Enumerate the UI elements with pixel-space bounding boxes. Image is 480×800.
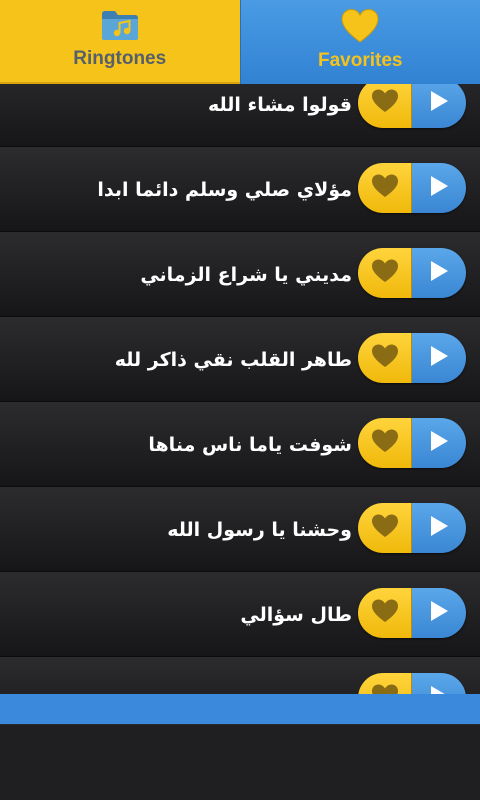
play-button[interactable] xyxy=(412,163,466,213)
ringtone-actions xyxy=(358,673,466,694)
play-icon xyxy=(428,344,450,372)
favorite-button[interactable] xyxy=(358,418,412,468)
play-icon xyxy=(428,684,450,694)
tab-favorites[interactable]: Favorites xyxy=(239,0,480,84)
heart-icon xyxy=(370,173,400,203)
heart-icon xyxy=(370,513,400,543)
favorite-button[interactable] xyxy=(358,248,412,298)
list-item[interactable]: مؤلاي صلي وسلم دائما ابدا xyxy=(0,147,480,232)
list-item[interactable]: طال سؤالي xyxy=(0,572,480,657)
heart-icon xyxy=(340,8,380,48)
play-icon xyxy=(428,259,450,287)
ringtone-actions xyxy=(358,248,466,298)
favorite-button[interactable] xyxy=(358,503,412,553)
ringtone-title: مؤلاي صلي وسلم دائما ابدا xyxy=(97,178,352,201)
play-button[interactable] xyxy=(412,588,466,638)
list-item[interactable]: شوفت ياما ناس مناها xyxy=(0,402,480,487)
heart-icon xyxy=(370,683,400,694)
heart-icon xyxy=(370,88,400,118)
heart-icon xyxy=(370,258,400,288)
play-icon xyxy=(428,514,450,542)
tab-bar: Ringtones Favorites xyxy=(0,0,480,84)
list-item[interactable] xyxy=(0,657,480,694)
play-icon xyxy=(428,89,450,117)
tab-favorites-label: Favorites xyxy=(318,50,403,71)
play-button[interactable] xyxy=(412,503,466,553)
ringtone-list[interactable]: قولوا مشاء الله مؤلاي صلي وسلم دائما ابد… xyxy=(0,84,480,694)
heart-icon xyxy=(370,343,400,373)
play-icon xyxy=(428,599,450,627)
play-button[interactable] xyxy=(412,248,466,298)
ringtone-title: قولوا مشاء الله xyxy=(207,93,352,116)
play-icon xyxy=(428,429,450,457)
ringtone-actions xyxy=(358,84,466,128)
ringtone-title: طاهر القلب نقي ذاكر لله xyxy=(114,348,352,371)
list-item[interactable]: وحشنا يا رسول الله xyxy=(0,487,480,572)
list-item[interactable]: طاهر القلب نقي ذاكر لله xyxy=(0,317,480,402)
list-item[interactable]: مديني يا شراع الزماني xyxy=(0,232,480,317)
ringtone-title: مديني يا شراع الزماني xyxy=(140,263,352,286)
play-button[interactable] xyxy=(412,673,466,694)
bottom-bar xyxy=(0,694,480,724)
tab-ringtones-label: Ringtones xyxy=(73,48,167,69)
play-button[interactable] xyxy=(412,418,466,468)
ad-area xyxy=(0,724,480,800)
favorite-button[interactable] xyxy=(358,333,412,383)
favorite-button[interactable] xyxy=(358,673,412,694)
favorite-button[interactable] xyxy=(358,163,412,213)
tab-ringtones[interactable]: Ringtones xyxy=(0,0,240,84)
ringtone-actions xyxy=(358,418,466,468)
ringtone-actions xyxy=(358,503,466,553)
heart-icon xyxy=(370,428,400,458)
ringtone-actions xyxy=(358,333,466,383)
favorite-button[interactable] xyxy=(358,84,412,128)
ringtone-actions xyxy=(358,588,466,638)
list-item[interactable]: قولوا مشاء الله xyxy=(0,84,480,147)
ringtone-title: طال سؤالي xyxy=(240,603,352,626)
folder-music-icon xyxy=(100,8,140,46)
play-icon xyxy=(428,174,450,202)
play-button[interactable] xyxy=(412,84,466,128)
play-button[interactable] xyxy=(412,333,466,383)
ringtone-actions xyxy=(358,163,466,213)
favorite-button[interactable] xyxy=(358,588,412,638)
heart-icon xyxy=(370,598,400,628)
ringtone-title: وحشنا يا رسول الله xyxy=(167,518,352,541)
ringtone-title: شوفت ياما ناس مناها xyxy=(148,433,352,456)
